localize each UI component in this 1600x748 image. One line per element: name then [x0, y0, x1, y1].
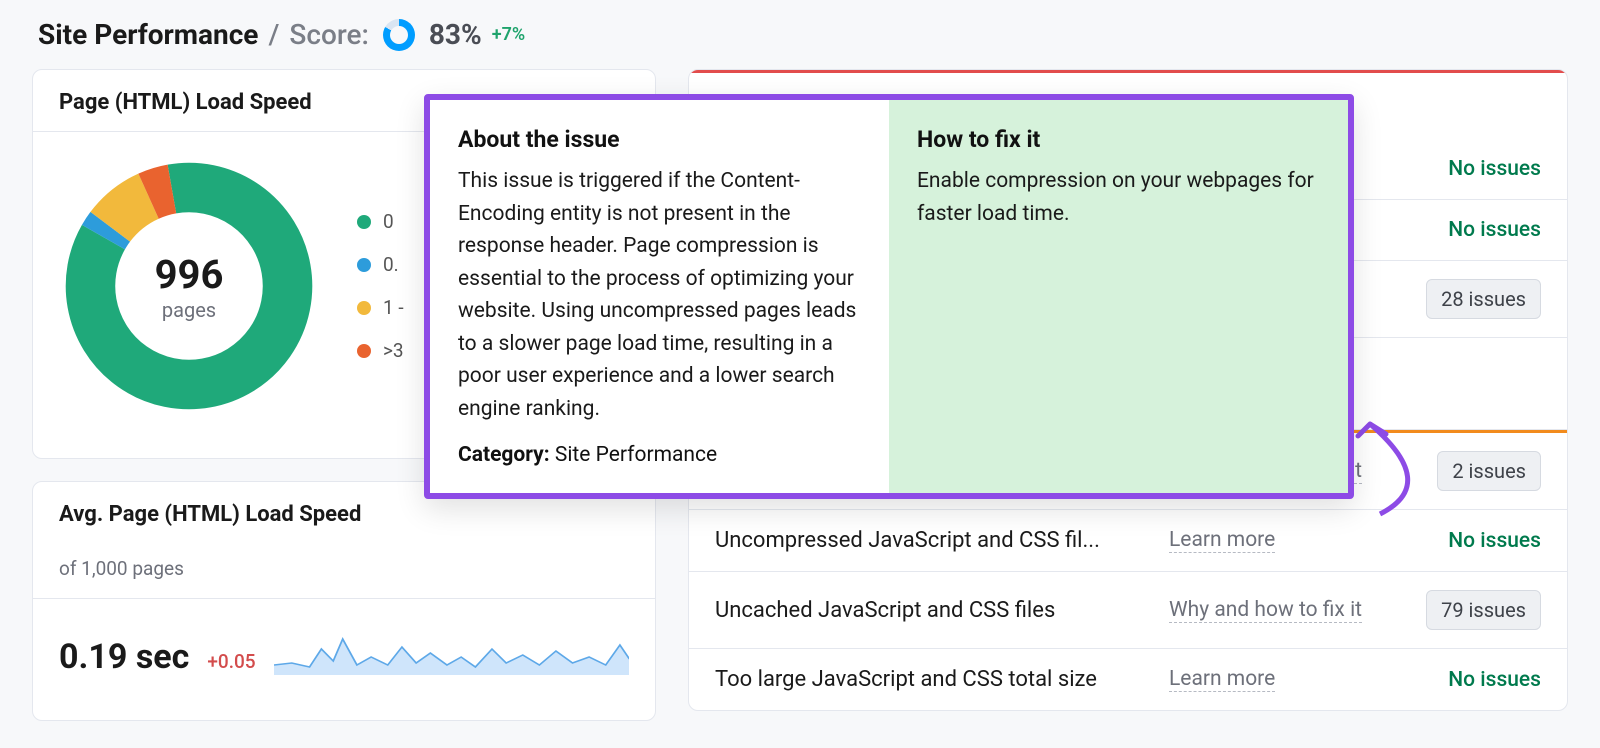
issue-learn-more-link[interactable]: Learn more [1169, 667, 1275, 692]
donut-legend: 0 0. 1 - >3 [357, 210, 404, 362]
donut-center-label: pages [162, 298, 216, 322]
issue-count-badge[interactable]: 79 issues [1426, 590, 1541, 630]
avg-load-delta: +0.05 [207, 650, 255, 677]
donut-center-value: 996 [155, 251, 224, 298]
page-title: Site Performance [38, 18, 258, 51]
popover-about-title: About the issue [458, 126, 861, 153]
issue-row[interactable]: Uncompressed JavaScript and CSS fil... L… [689, 510, 1567, 572]
legend-item[interactable]: >3 [357, 339, 404, 362]
popover-fix-text: Enable compression on your webpages for … [917, 165, 1320, 230]
legend-dot-icon [357, 215, 371, 229]
issue-status: No issues [1448, 529, 1541, 553]
page-header: Site Performance / Score: 83% +7% [0, 0, 1600, 69]
issue-name: Uncompressed JavaScript and CSS fil... [715, 528, 1125, 553]
issue-row[interactable]: Uncached JavaScript and CSS files Why an… [689, 572, 1567, 649]
breadcrumb-sep: / [268, 18, 279, 51]
popover-about-text: This issue is triggered if the Content-E… [458, 165, 861, 425]
legend-item[interactable]: 0 [357, 210, 404, 233]
legend-item[interactable]: 1 - [357, 296, 404, 319]
popover-fix-title: How to fix it [917, 126, 1320, 153]
spark-chart [274, 619, 629, 675]
legend-dot-icon [357, 258, 371, 272]
issue-status: No issues [1448, 218, 1541, 242]
donut-chart[interactable]: 996 pages [59, 156, 319, 416]
issue-count-badge[interactable]: 28 issues [1426, 279, 1541, 319]
avg-load-value: 0.19 sec [59, 637, 189, 677]
popover-category: Category: Site Performance [458, 443, 861, 467]
legend-dot-icon [357, 344, 371, 358]
issue-name: Too large JavaScript and CSS total size [715, 667, 1125, 692]
issue-fix-link[interactable]: Why and how to fix it [1169, 598, 1362, 623]
issue-row[interactable]: Too large JavaScript and CSS total size … [689, 649, 1567, 710]
issue-status: No issues [1448, 668, 1541, 692]
score-label: Score: [289, 18, 368, 51]
issue-count-badge[interactable]: 2 issues [1437, 451, 1541, 491]
issue-learn-more-link[interactable]: Learn more [1169, 528, 1275, 553]
avg-load-title: Avg. Page (HTML) Load Speed [59, 502, 629, 527]
avg-load-speed-card: Avg. Page (HTML) Load Speed of 1,000 pag… [32, 481, 656, 721]
issue-explainer-popover: About the issue This issue is triggered … [424, 94, 1354, 499]
score-delta: +7% [492, 24, 525, 45]
avg-load-subtitle: of 1,000 pages [33, 543, 655, 580]
legend-item[interactable]: 0. [357, 253, 404, 276]
legend-dot-icon [357, 301, 371, 315]
issue-name: Uncached JavaScript and CSS files [715, 598, 1125, 623]
score-percent: 83% [429, 18, 482, 51]
issue-status: No issues [1448, 157, 1541, 181]
score-ring-icon [383, 19, 415, 51]
